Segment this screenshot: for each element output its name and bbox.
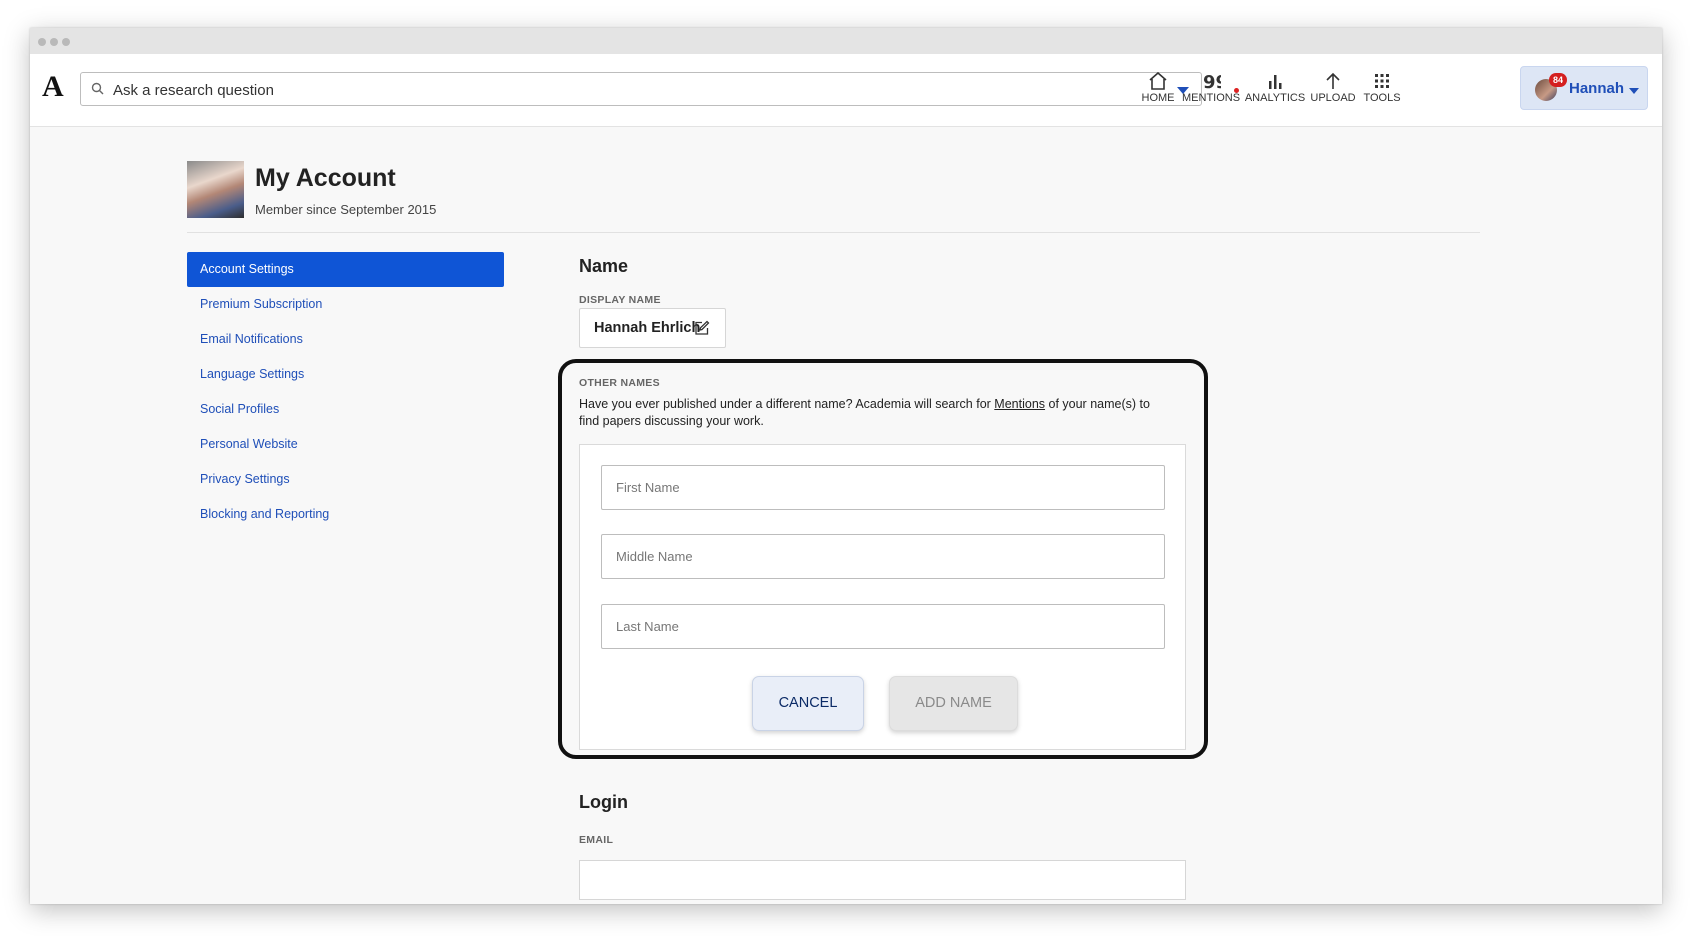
search-bar[interactable] <box>80 72 1202 106</box>
nav-tools[interactable]: TOOLS <box>1362 72 1402 104</box>
svg-text:99: 99 <box>1203 72 1221 90</box>
divider <box>187 232 1480 233</box>
nav-tools-label: TOOLS <box>1363 92 1401 104</box>
home-icon <box>1149 72 1167 90</box>
window-maximize-dot[interactable] <box>62 38 70 46</box>
cancel-button[interactable]: CANCEL <box>752 676 864 731</box>
sidebar-item-account-settings[interactable]: Account Settings <box>187 252 504 287</box>
page-title: My Account <box>255 164 396 192</box>
bar-chart-icon <box>1269 75 1282 89</box>
email-label: EMAIL <box>579 834 614 846</box>
nav-home-label: HOME <box>1141 92 1175 104</box>
sidebar-item-premium-subscription[interactable]: Premium Subscription <box>187 287 504 322</box>
description-text-start: Have you ever published under a differen… <box>579 397 995 411</box>
nav-analytics-label: ANALYTICS <box>1244 92 1306 104</box>
other-names-label: OTHER NAMES <box>579 377 660 389</box>
search-icon <box>91 82 104 95</box>
add-name-button[interactable]: ADD NAME <box>889 676 1018 731</box>
login-section-title: Login <box>579 792 628 812</box>
middle-name-input[interactable] <box>601 534 1165 579</box>
nav-upload-label: UPLOAD <box>1310 92 1356 104</box>
upload-arrow-icon <box>1326 72 1340 89</box>
grid-icon <box>1375 74 1389 88</box>
sidebar-item-email-notifications[interactable]: Email Notifications <box>187 322 504 357</box>
sidebar-item-privacy-settings[interactable]: Privacy Settings <box>187 462 504 497</box>
display-name-box[interactable]: Hannah Ehrlich <box>579 308 726 348</box>
sidebar-item-personal-website[interactable]: Personal Website <box>187 427 504 462</box>
last-name-input[interactable] <box>601 604 1165 649</box>
email-field[interactable] <box>579 860 1186 900</box>
academia-logo[interactable]: A <box>42 70 64 104</box>
search-input[interactable] <box>111 78 1155 102</box>
display-name-label: DISPLAY NAME <box>579 294 661 306</box>
name-section-title: Name <box>579 256 629 276</box>
main-content: My Account Member since September 2015 A… <box>30 126 1662 904</box>
user-menu-button[interactable]: 84 Hannah <box>1520 66 1648 110</box>
window-close-dot[interactable] <box>38 38 46 46</box>
nav-home[interactable]: HOME <box>1136 72 1180 104</box>
display-name-value: Hannah Ehrlich <box>594 320 701 336</box>
user-name: Hannah <box>1569 80 1625 97</box>
nav-upload[interactable]: UPLOAD <box>1308 72 1358 104</box>
mentions-link[interactable]: Mentions <box>994 397 1045 411</box>
window-minimize-dot[interactable] <box>50 38 58 46</box>
profile-photo <box>187 161 244 218</box>
sidebar-item-blocking-and-reporting[interactable]: Blocking and Reporting <box>187 497 504 532</box>
sidebar-item-social-profiles[interactable]: Social Profiles <box>187 392 504 427</box>
member-since-text: Member since September 2015 <box>255 202 437 217</box>
nav-analytics[interactable]: ANALYTICS <box>1244 72 1306 104</box>
first-name-input[interactable] <box>601 465 1165 510</box>
window-titlebar <box>30 28 1662 54</box>
browser-window: A HOME 99 MENTIONS <box>30 28 1662 904</box>
sidebar-item-language-settings[interactable]: Language Settings <box>187 357 504 392</box>
top-navigation-bar: A HOME 99 MENTIONS <box>30 54 1662 127</box>
settings-sidebar: Account Settings Premium Subscription Em… <box>187 252 504 532</box>
nav-mentions[interactable]: 99 MENTIONS <box>1182 72 1240 104</box>
edit-icon[interactable] <box>694 320 710 336</box>
mentions-notification-dot <box>1234 88 1239 93</box>
chevron-down-icon <box>1629 88 1639 94</box>
nav-mentions-label: MENTIONS <box>1182 92 1241 104</box>
quote-icon: 99 <box>1203 72 1221 90</box>
other-names-description: Have you ever published under a differen… <box>579 396 1169 430</box>
notification-count-badge: 84 <box>1549 73 1567 87</box>
